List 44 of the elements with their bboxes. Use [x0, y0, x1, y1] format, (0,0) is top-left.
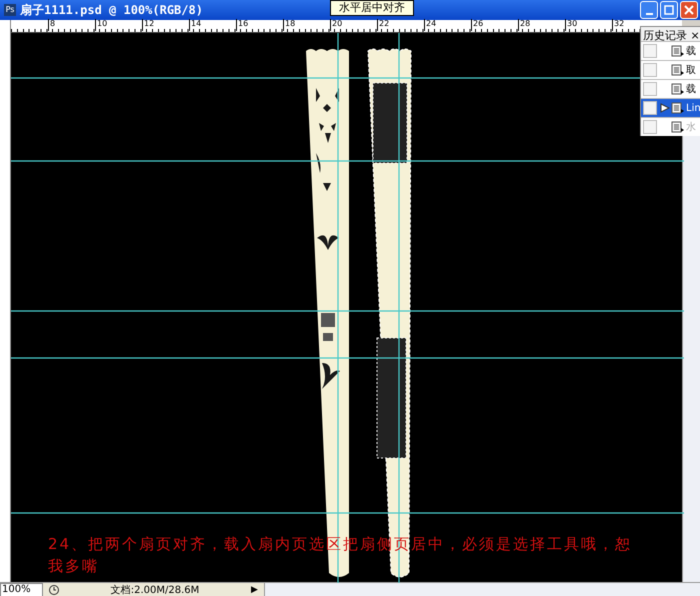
app-icon: Ps [4, 4, 16, 16]
snapshot-checkbox[interactable] [643, 82, 657, 96]
document-icon [671, 64, 685, 76]
ruler-label: 10 [95, 19, 108, 31]
tooltip: 水平居中对齐 [330, 0, 414, 16]
history-item[interactable]: 取 [641, 60, 700, 79]
ruler-label: 14 [189, 19, 202, 31]
ruler-label: 24 [424, 19, 436, 31]
ruler-label: 20 [330, 19, 342, 31]
ruler-label: 26 [471, 19, 484, 31]
ruler-label: 28 [518, 19, 530, 31]
document-icon [671, 83, 685, 95]
minimize-icon [646, 12, 652, 14]
snapshot-checkbox[interactable] [643, 44, 657, 58]
window-title: 扇子1111.psd @ 100%(RGB/8) [20, 2, 203, 18]
horizontal-scrollbar[interactable] [264, 583, 700, 596]
ruler-label: 16 [236, 19, 248, 31]
document-size: 文档:2.00M/28.6M [110, 584, 200, 596]
document-icon [671, 45, 685, 57]
ruler-label: 22 [377, 19, 390, 31]
minimize-button[interactable] [640, 1, 658, 19]
ruler-label: 18 [283, 19, 296, 31]
history-item[interactable]: Lin [641, 98, 700, 117]
vertical-scrollbar[interactable] [682, 136, 700, 582]
maximize-button[interactable] [660, 1, 678, 19]
ruler-label: 30 [565, 19, 578, 31]
close-button[interactable] [680, 1, 698, 19]
status-menu-button[interactable]: ▶ [245, 585, 264, 595]
close-icon [684, 5, 694, 15]
pointer-icon [660, 103, 670, 113]
history-item[interactable]: 载 [641, 41, 700, 60]
ruler-label: 8 [48, 19, 56, 31]
history-tab[interactable]: 历史记录 × [641, 27, 700, 41]
ruler-label: 12 [142, 19, 154, 31]
panel-close-icon[interactable]: × [690, 29, 700, 42]
preview-icon[interactable] [47, 584, 61, 596]
history-item[interactable]: 载 [641, 79, 700, 98]
snapshot-checkbox[interactable] [643, 63, 657, 77]
ruler-label: 32 [612, 19, 624, 31]
document-icon [671, 102, 685, 114]
snapshot-checkbox[interactable] [643, 101, 657, 115]
maximize-icon [664, 5, 674, 15]
document-icon [671, 121, 685, 133]
zoom-field[interactable]: 100% [0, 583, 43, 596]
